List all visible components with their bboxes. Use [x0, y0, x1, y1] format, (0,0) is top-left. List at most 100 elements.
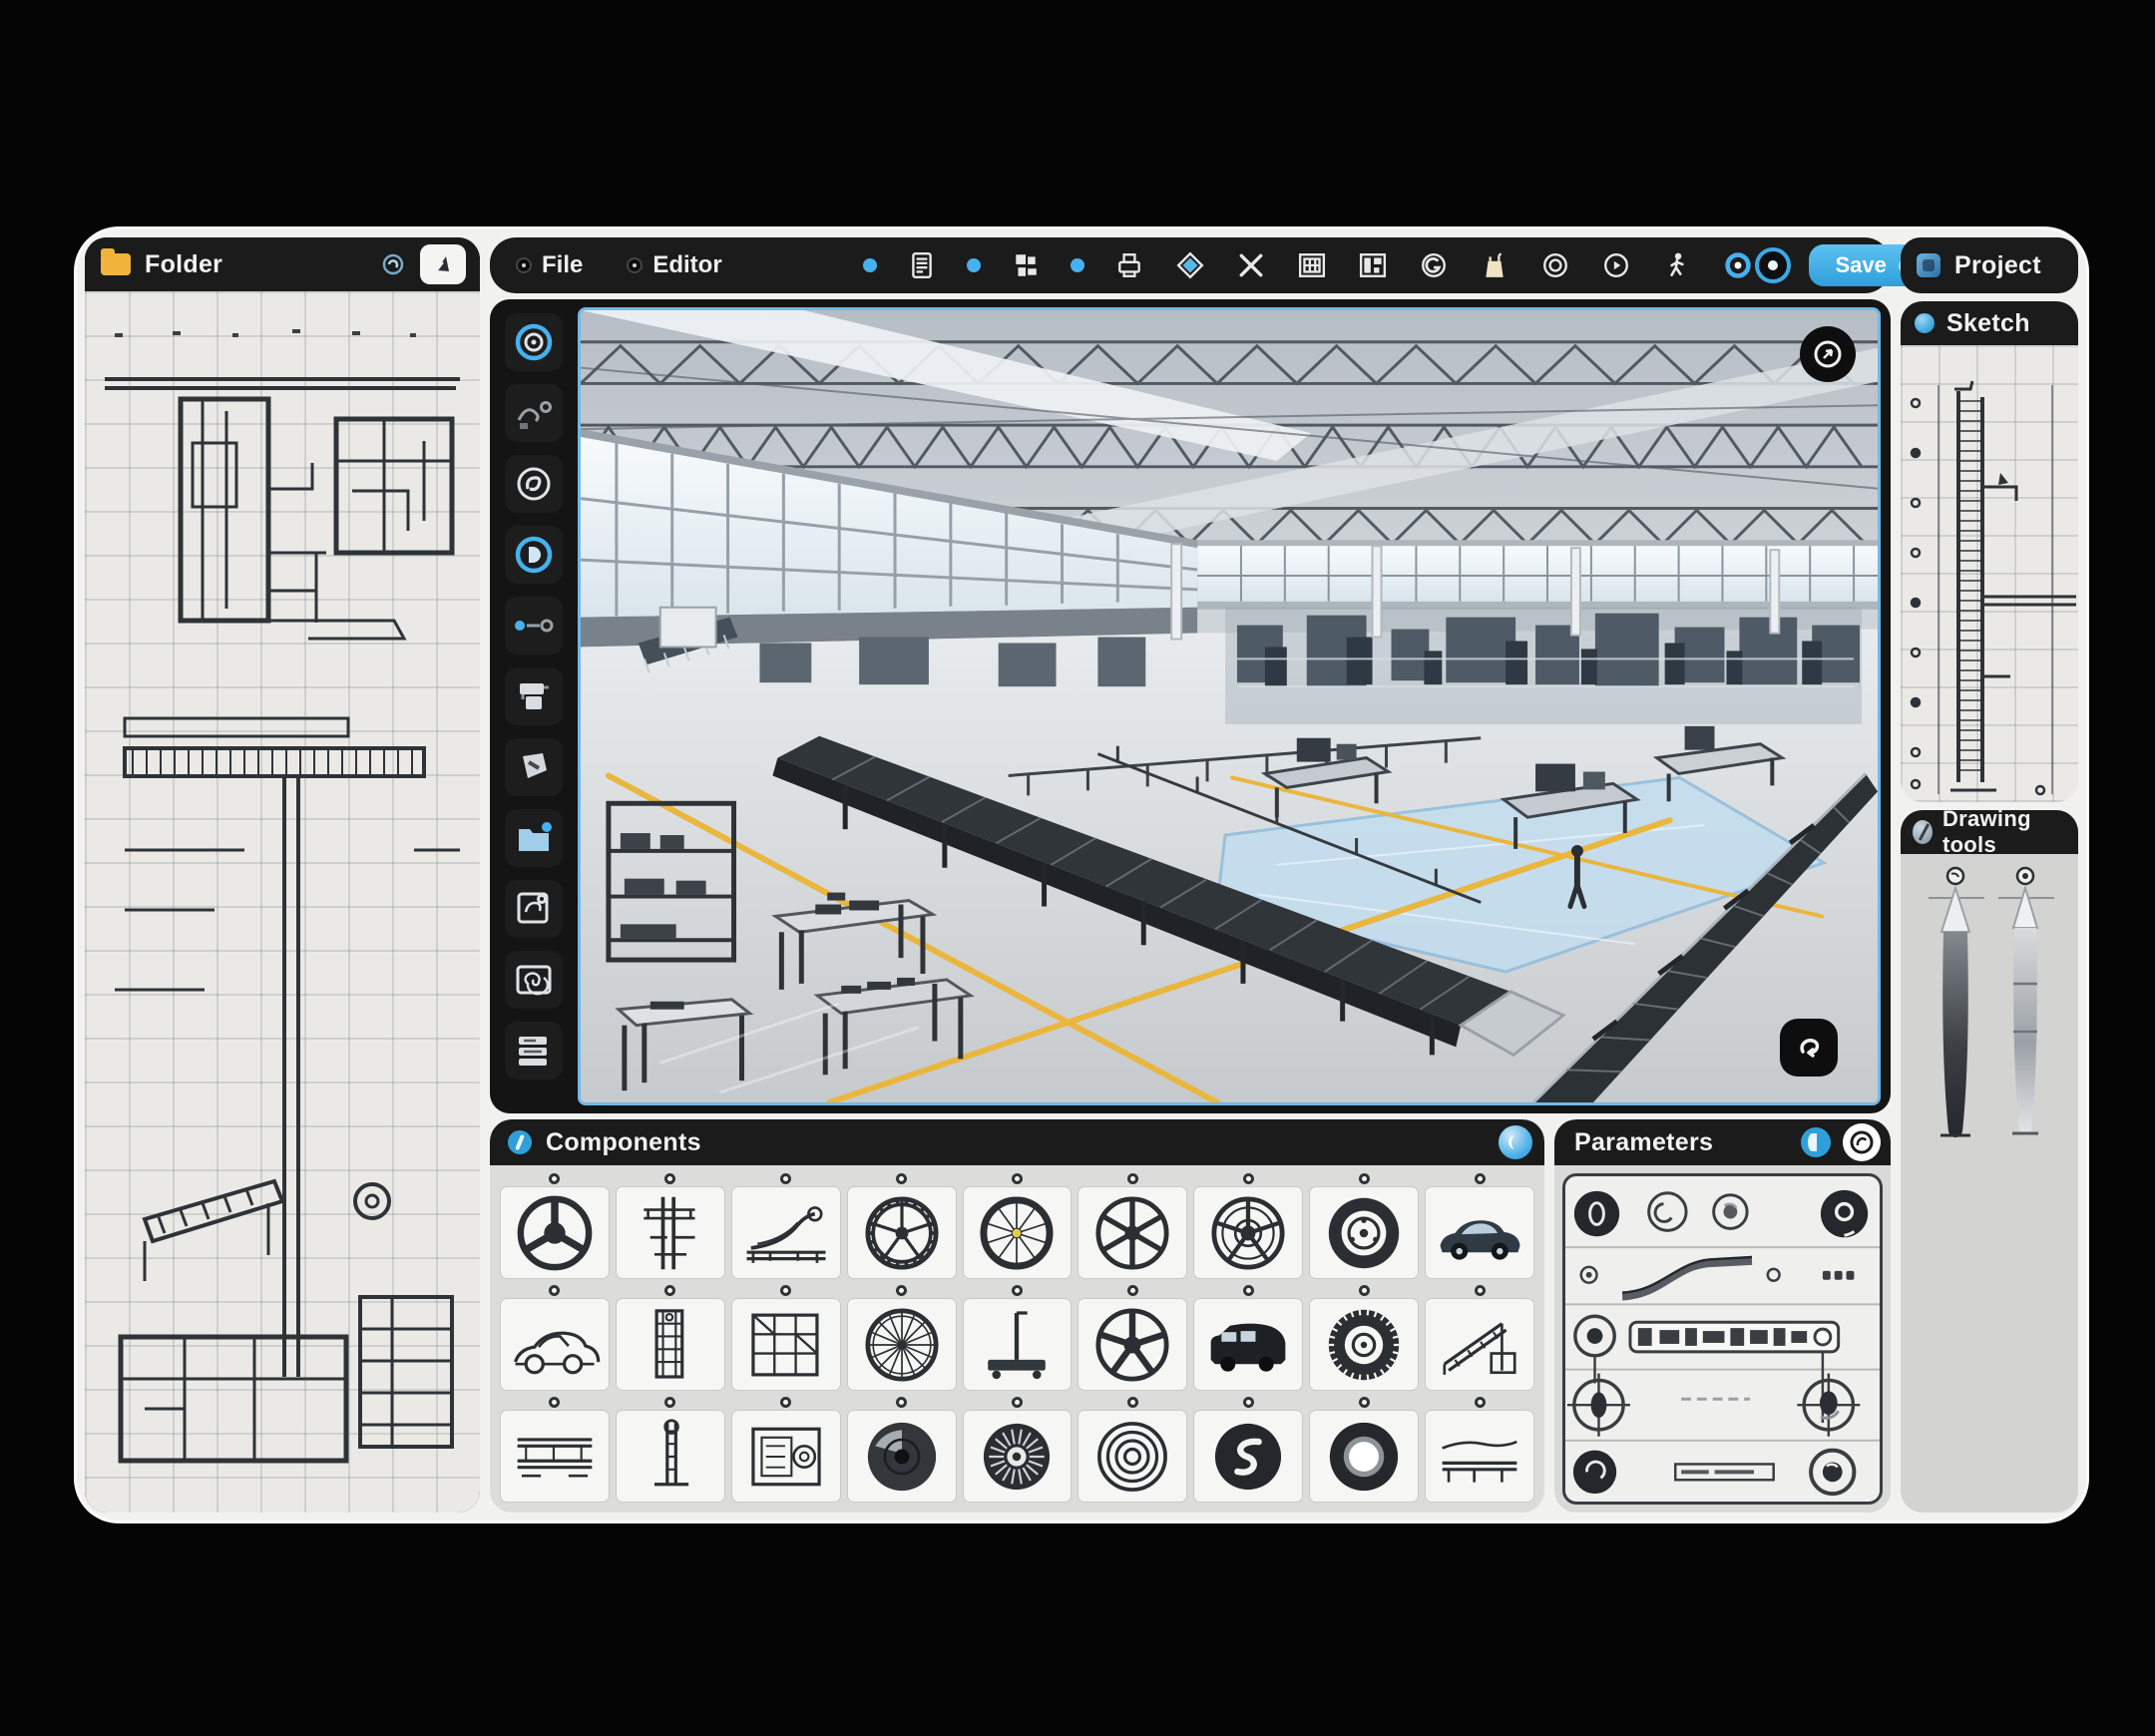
component-item-low-rail-sketch[interactable] [1425, 1397, 1534, 1503]
component-item-logo-disc[interactable] [1193, 1397, 1303, 1503]
component-handle-dot [1359, 1173, 1370, 1184]
component-item-roller-stand[interactable] [963, 1285, 1073, 1391]
component-item-dark-hubcap[interactable] [847, 1397, 957, 1503]
component-item-spiked-gear[interactable] [847, 1173, 957, 1279]
blocks-icon[interactable] [1009, 248, 1043, 282]
component-thumbnail [1078, 1410, 1187, 1503]
component-thumbnail [963, 1186, 1073, 1279]
record-ring-icon[interactable] [1755, 247, 1791, 283]
drawing-tools-icon [1913, 820, 1933, 844]
ring-dot-icon[interactable] [1599, 248, 1633, 282]
sketch-dot-icon [1915, 313, 1935, 333]
measure-dot-tool[interactable] [505, 597, 563, 654]
main-canvas[interactable] [578, 307, 1881, 1105]
target-rings-icon[interactable] [1538, 248, 1572, 282]
project-title: Project [1954, 251, 2041, 280]
project-panel-header[interactable]: Project [1901, 237, 2078, 293]
clamp-tool[interactable] [505, 667, 563, 725]
component-item-concentric-rings[interactable] [1078, 1397, 1187, 1503]
spiral-tool[interactable] [505, 951, 563, 1009]
pencil-tool[interactable] [1929, 868, 1984, 1137]
parameters-dot-icon[interactable] [1801, 1127, 1831, 1157]
component-item-panel-box-sketch[interactable] [731, 1397, 841, 1503]
rotate-button[interactable] [1780, 1019, 1838, 1077]
component-thumbnail [731, 1186, 841, 1279]
toolbar-icon-group [862, 248, 1755, 282]
draw-d-tool[interactable] [505, 526, 563, 584]
component-item-treaded-tire[interactable] [1309, 1285, 1419, 1391]
layout-icon[interactable] [1356, 248, 1390, 282]
layers-tool[interactable] [505, 1022, 563, 1080]
frame-tool[interactable] [505, 880, 563, 938]
separator-dot [966, 248, 982, 282]
component-thumbnail [731, 1410, 841, 1503]
diamond-tool-icon[interactable] [1173, 248, 1207, 282]
parameters-swirl-button[interactable] [1843, 1123, 1881, 1161]
save-button-label: Save [1835, 252, 1886, 278]
stamp-tool[interactable] [505, 455, 563, 513]
sketch-preview[interactable] [1901, 345, 2078, 802]
component-item-rail-profile-sketch[interactable] [500, 1397, 610, 1503]
component-item-tire-with-rim[interactable] [1309, 1173, 1419, 1279]
component-item-car-side-sketch[interactable] [500, 1285, 610, 1391]
editor-menu-label: Editor [652, 251, 721, 279]
component-item-scaffold-sketch[interactable] [731, 1285, 841, 1391]
component-item-sedan-car[interactable] [1425, 1173, 1534, 1279]
component-handle-dot [549, 1173, 560, 1184]
grid-frame-icon[interactable] [1295, 248, 1329, 282]
component-item-wire-spoke-wheel[interactable] [847, 1285, 957, 1391]
pen-tool[interactable] [1998, 868, 2054, 1135]
parameters-sheet[interactable] [1562, 1173, 1883, 1505]
component-thumbnail [1078, 1186, 1187, 1279]
walking-person-icon[interactable] [1660, 248, 1694, 282]
sync-swirl-icon[interactable] [380, 251, 406, 277]
component-item-alloy-rim[interactable] [1193, 1173, 1303, 1279]
printer-icon[interactable] [1112, 248, 1146, 282]
file-menu[interactable]: File [516, 251, 583, 279]
component-handle-dot [1475, 1173, 1486, 1184]
editor-menu[interactable]: Editor [627, 251, 721, 279]
component-item-six-spoke-wheel[interactable] [1078, 1173, 1187, 1279]
component-thumbnail [1425, 1410, 1534, 1503]
folder-tool[interactable] [505, 809, 563, 867]
component-item-ornate-wheel[interactable] [963, 1397, 1073, 1503]
component-handle-dot [896, 1173, 907, 1184]
chisel-tool[interactable] [505, 738, 563, 796]
cut-icon[interactable] [1234, 248, 1268, 282]
component-thumbnail [500, 1410, 610, 1503]
component-item-white-center-tire[interactable] [1309, 1397, 1419, 1503]
component-item-conveyor-frame-sketch[interactable] [1425, 1285, 1534, 1391]
component-item-column-frame-sketch[interactable] [616, 1285, 725, 1391]
g-badge-icon[interactable] [1417, 248, 1451, 282]
gesture-tool[interactable] [505, 384, 563, 442]
component-thumbnail [1078, 1298, 1187, 1391]
factory-floor-image [581, 310, 1878, 1102]
left-tool-strip [490, 299, 578, 1113]
component-item-five-spoke-wheel[interactable] [1078, 1285, 1187, 1391]
components-title: Components [546, 1128, 701, 1157]
blue-ring-icon[interactable] [1721, 248, 1755, 282]
component-handle-dot [664, 1173, 675, 1184]
component-item-mast-sketch[interactable] [616, 1397, 725, 1503]
component-item-chain-sprocket[interactable] [963, 1173, 1073, 1279]
target-ring-tool[interactable] [505, 313, 563, 371]
component-item-minivan[interactable] [1193, 1285, 1303, 1391]
app-window: Folder [77, 229, 2086, 1520]
separator-dot [1070, 248, 1085, 282]
menu-dot-icon [516, 257, 532, 273]
component-handle-dot [1012, 1397, 1023, 1408]
document-icon[interactable] [905, 248, 939, 282]
compass-button[interactable] [1800, 326, 1856, 382]
folder-blueprint-sketch[interactable] [85, 291, 480, 1513]
component-item-conveyor-ramp-sketch[interactable] [731, 1173, 841, 1279]
component-item-mount-bracket-sketch[interactable] [616, 1173, 725, 1279]
component-handle-dot [664, 1285, 675, 1296]
bag-icon[interactable] [1478, 248, 1511, 282]
edit-nib-button[interactable] [420, 244, 466, 284]
component-item-steering-wheel[interactable] [500, 1173, 610, 1279]
component-thumbnail [963, 1298, 1073, 1391]
components-grid [490, 1165, 1544, 1513]
sketch-header: Sketch [1901, 301, 2078, 345]
component-handle-dot [1012, 1285, 1023, 1296]
components-toggle-button[interactable] [1499, 1125, 1532, 1159]
